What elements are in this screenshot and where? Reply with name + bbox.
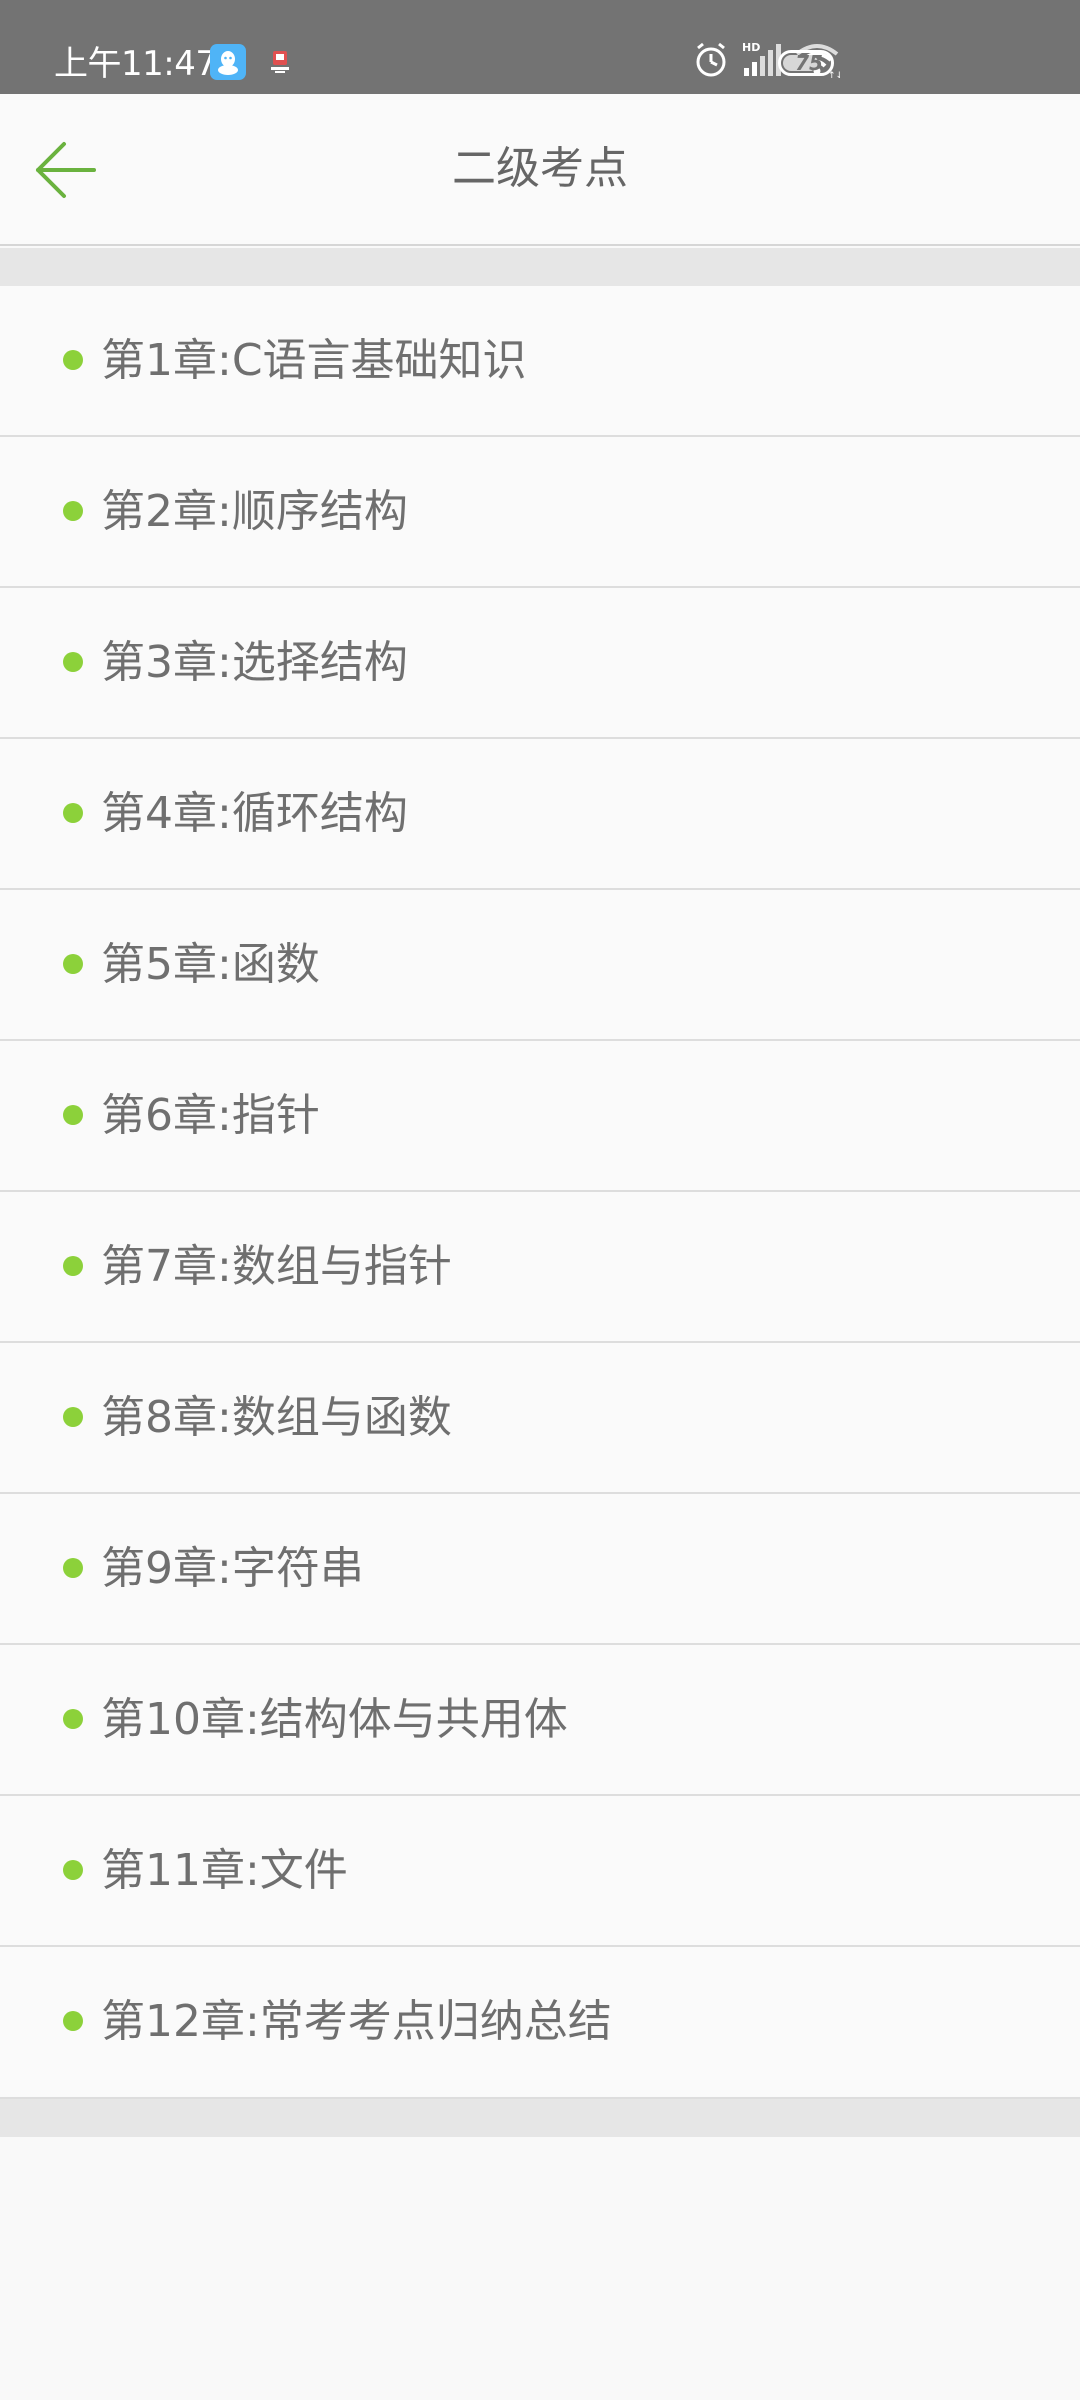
- list-item[interactable]: 第6章:指针: [0, 1041, 1080, 1192]
- list-item[interactable]: 第8章:数组与函数: [0, 1343, 1080, 1494]
- page-title: 二级考点: [452, 143, 628, 194]
- qq-icon: [210, 44, 246, 84]
- list-item[interactable]: 第10章:结构体与共用体: [0, 1645, 1080, 1796]
- chapter-label: 第2章:顺序结构: [101, 486, 408, 537]
- list-item[interactable]: 第1章:C语言基础知识: [0, 286, 1080, 437]
- chapter-label: 第9章:字符串: [101, 1543, 364, 1594]
- alarm-icon: [692, 40, 730, 84]
- bullet-dot-icon: [63, 652, 83, 672]
- bullet-dot-icon: [63, 1709, 83, 1729]
- bullet-dot-icon: [63, 803, 83, 823]
- chapter-label: 第4章:循环结构: [101, 788, 408, 839]
- chapter-label: 第7章:数组与指针: [101, 1241, 452, 1292]
- status-bar: 上午11:47 HD ↑↓ 75: [0, 0, 1080, 94]
- bullet-dot-icon: [63, 1407, 83, 1427]
- status-left-icons: [210, 44, 292, 84]
- list-item[interactable]: 第7章:数组与指针: [0, 1192, 1080, 1343]
- list-bottom-divider: [0, 2097, 1080, 2137]
- svg-text:HD: HD: [742, 41, 760, 54]
- back-button[interactable]: [28, 132, 104, 208]
- list-item[interactable]: 第4章:循环结构: [0, 739, 1080, 890]
- chapter-label: 第5章:函数: [101, 939, 320, 990]
- chapter-label: 第10章:结构体与共用体: [101, 1694, 568, 1745]
- list-item[interactable]: 第2章:顺序结构: [0, 437, 1080, 588]
- app-bar: 二级考点: [0, 94, 1080, 246]
- chapter-label: 第3章:选择结构: [101, 637, 408, 688]
- battery-icon: 75: [778, 50, 834, 76]
- list-item[interactable]: 第9章:字符串: [0, 1494, 1080, 1645]
- chapter-label: 第1章:C语言基础知识: [101, 335, 527, 386]
- bullet-dot-icon: [63, 2011, 83, 2031]
- battery-percentage: 75: [795, 51, 823, 75]
- list-item[interactable]: 第11章:文件: [0, 1796, 1080, 1947]
- list-top-divider: [0, 248, 1080, 286]
- bullet-dot-icon: [63, 350, 83, 370]
- bullet-dot-icon: [63, 1558, 83, 1578]
- list-item[interactable]: 第12章:常考考点归纳总结: [0, 1947, 1080, 2096]
- bullet-dot-icon: [63, 1860, 83, 1880]
- chapter-list: 第1章:C语言基础知识 第2章:顺序结构 第3章:选择结构 第4章:循环结构 第…: [0, 286, 1080, 2096]
- notification-app-icon: [268, 49, 292, 79]
- list-item[interactable]: 第5章:函数: [0, 890, 1080, 1041]
- bullet-dot-icon: [63, 1256, 83, 1276]
- chapter-label: 第11章:文件: [101, 1845, 348, 1896]
- bullet-dot-icon: [63, 501, 83, 521]
- arrow-left-icon: [36, 142, 96, 198]
- chapter-label: 第6章:指针: [101, 1090, 320, 1141]
- status-time: 上午11:47: [54, 44, 217, 84]
- bullet-dot-icon: [63, 954, 83, 974]
- list-item[interactable]: 第3章:选择结构: [0, 588, 1080, 739]
- chapter-label: 第8章:数组与函数: [101, 1392, 452, 1443]
- bullet-dot-icon: [63, 1105, 83, 1125]
- chapter-label: 第12章:常考考点归纳总结: [101, 1996, 612, 2047]
